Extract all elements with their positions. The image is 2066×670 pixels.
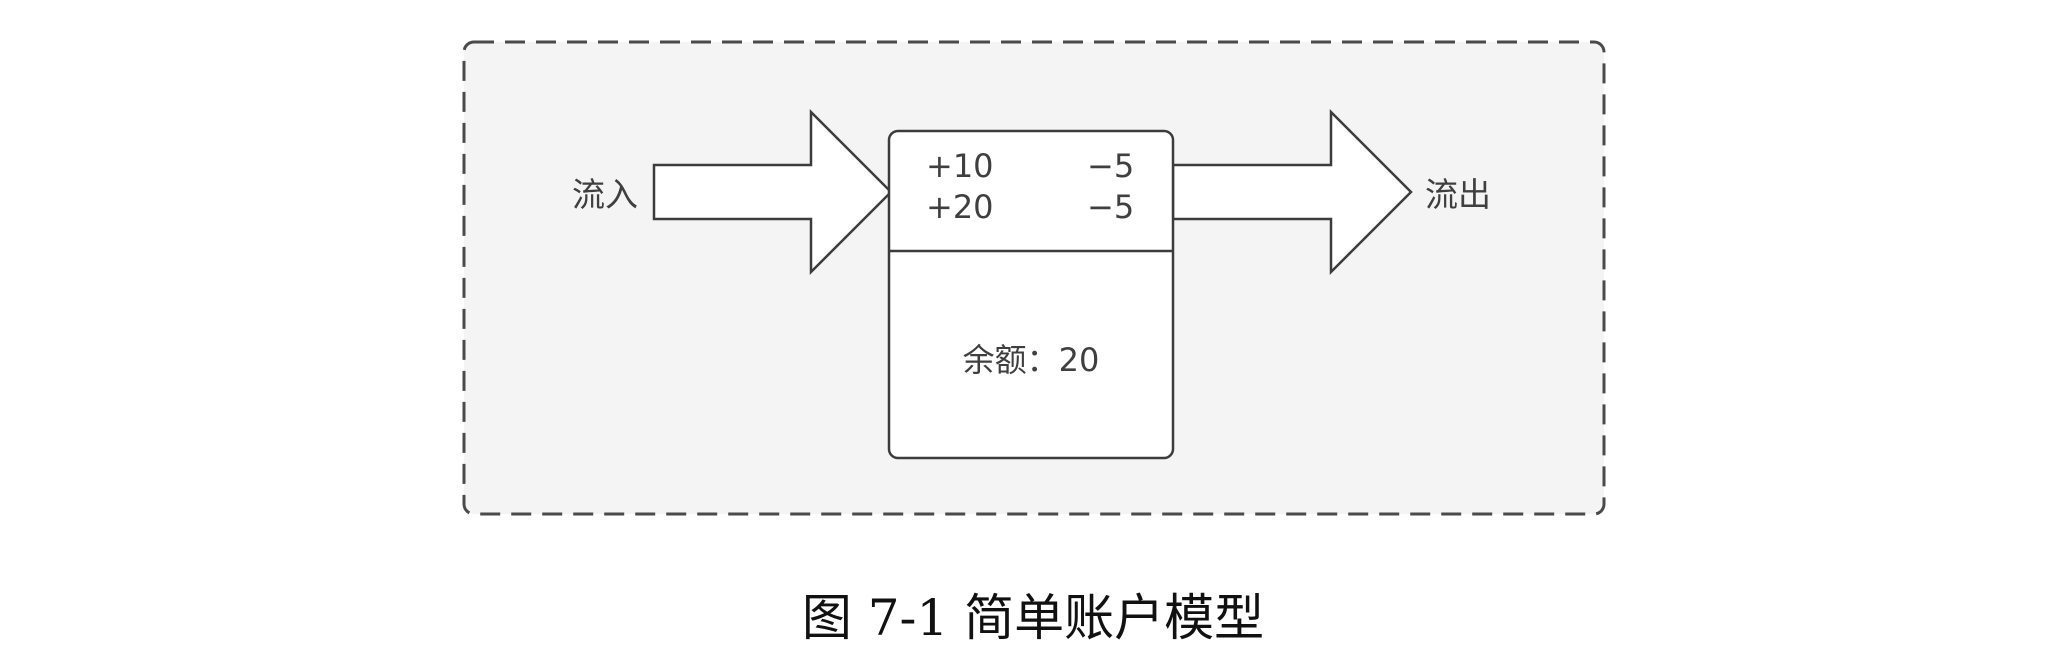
balance-label: 余额：20 <box>963 341 1100 379</box>
ledger-credit-entry: +20 <box>926 188 994 226</box>
inflow-label: 流入 <box>572 175 638 214</box>
ledger-debit-entry: −5 <box>1087 188 1134 226</box>
ledger-debit-entry: −5 <box>1087 147 1134 185</box>
account-model-diagram: 流入 流出 +10 +20 −5 −5 余额：20 <box>462 40 1606 516</box>
figure-caption: 图 7-1 简单账户模型 <box>801 589 1265 647</box>
outflow-label: 流出 <box>1425 175 1491 214</box>
ledger-credit-entry: +10 <box>926 147 994 185</box>
